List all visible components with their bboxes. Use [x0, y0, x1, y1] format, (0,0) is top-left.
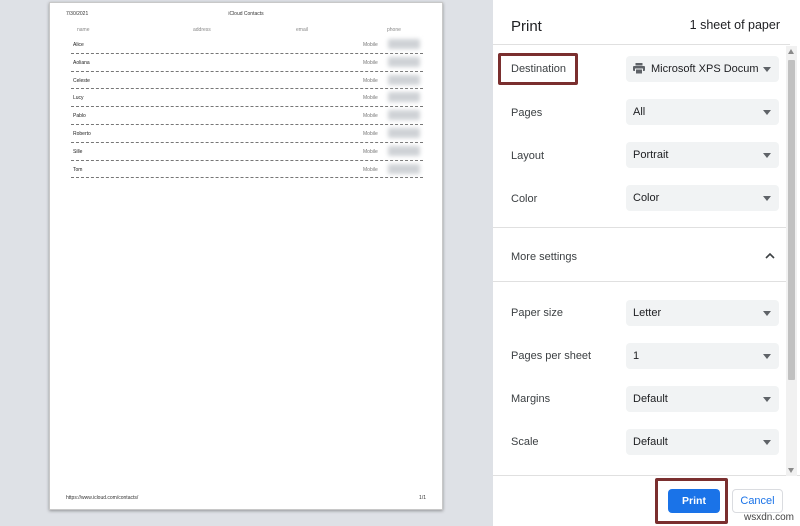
paper-size-select[interactable]: Letter — [626, 300, 779, 326]
blurred-phone — [388, 145, 420, 156]
column-header-email: email — [296, 27, 308, 33]
caret-down-icon — [763, 440, 771, 445]
preview-page: 7/30/2021 iCloud Contacts name address e… — [49, 2, 443, 510]
contact-name: Pablo — [73, 113, 86, 120]
margins-label: Margins — [511, 393, 551, 405]
contact-name: Celeste — [73, 77, 90, 84]
contacts-table: Alice Mobile Aoliana Mobile Celeste Mobile … — [71, 36, 423, 179]
blurred-phone — [388, 92, 420, 103]
chevron-up-icon[interactable] — [764, 250, 776, 262]
layout-value: Portrait — [633, 149, 669, 161]
scroll-down-arrow-icon[interactable] — [788, 468, 794, 473]
caret-down-icon — [763, 354, 771, 359]
destination-highlight-box — [498, 53, 578, 85]
destination-select[interactable]: Microsoft XPS Docum — [626, 56, 779, 82]
caret-down-icon — [763, 311, 771, 316]
scale-value: Default — [633, 436, 668, 448]
layout-label: Layout — [511, 150, 545, 162]
contact-name: Tom — [73, 166, 83, 173]
watermark: wsxdn.com — [743, 512, 794, 523]
caret-down-icon — [763, 110, 771, 115]
phone-label: Mobile — [363, 42, 378, 48]
pages-value: All — [633, 106, 646, 118]
column-header-name: name — [77, 27, 90, 33]
blurred-phone — [388, 39, 420, 49]
button-bar-divider — [493, 475, 800, 476]
pages-per-sheet-select[interactable]: 1 — [626, 343, 779, 369]
scrollbar-thumb[interactable] — [788, 60, 795, 380]
section-divider — [493, 227, 790, 228]
panel-title: Print — [511, 18, 542, 35]
scroll-up-arrow-icon[interactable] — [788, 49, 794, 54]
cancel-button[interactable]: Cancel — [732, 489, 783, 513]
blurred-phone — [388, 163, 420, 174]
print-button-highlight-box — [655, 478, 728, 524]
table-row: Alice Mobile — [71, 36, 423, 54]
table-row: Aoliana Mobile — [71, 54, 423, 72]
settings-scrollbar[interactable] — [786, 46, 797, 476]
margins-value: Default — [633, 393, 668, 405]
table-row: Lucy Mobile — [71, 89, 423, 108]
scale-label: Scale — [511, 436, 539, 448]
sheet-count: 1 sheet of paper — [689, 18, 780, 32]
pages-select[interactable]: All — [626, 99, 779, 125]
phone-label: Mobile — [363, 130, 378, 137]
section-divider — [493, 281, 790, 282]
table-row: Celeste Mobile — [71, 72, 423, 90]
caret-down-icon — [763, 67, 771, 72]
table-row: Pablo Mobile — [71, 107, 423, 125]
printer-icon — [633, 63, 645, 74]
phone-label: Mobile — [363, 166, 378, 173]
contact-name: Aoliana — [73, 59, 90, 66]
contact-name: Roberto — [73, 130, 91, 137]
pages-per-sheet-value: 1 — [633, 350, 640, 362]
paper-size-value: Letter — [633, 307, 662, 319]
color-value: Color — [633, 192, 660, 204]
phone-label: Mobile — [363, 95, 378, 102]
destination-value: Microsoft XPS Docum — [651, 63, 759, 75]
column-header-address: address — [193, 27, 211, 33]
phone-label: Mobile — [363, 59, 378, 66]
margins-select[interactable]: Default — [626, 386, 779, 412]
paper-size-label: Paper size — [511, 307, 563, 319]
table-row: Tom Mobile — [71, 161, 423, 179]
page-footer-number: 1/1 — [419, 495, 426, 501]
contact-name: Lucy — [73, 95, 84, 102]
contact-name: Alice — [73, 42, 84, 48]
table-row: Sille Mobile — [71, 143, 423, 161]
color-select[interactable]: Color — [626, 185, 779, 211]
table-row: Roberto Mobile — [71, 125, 423, 143]
pages-per-sheet-label: Pages per sheet — [511, 350, 592, 362]
caret-down-icon — [763, 196, 771, 201]
page-header-title: iCloud Contacts — [228, 11, 264, 17]
contact-name: Sille — [73, 148, 83, 155]
layout-select[interactable]: Portrait — [626, 142, 779, 168]
phone-label: Mobile — [363, 77, 378, 84]
column-header-phone: phone — [387, 27, 401, 33]
print-preview-area: 7/30/2021 iCloud Contacts name address e… — [0, 0, 493, 526]
caret-down-icon — [763, 397, 771, 402]
scale-select[interactable]: Default — [626, 429, 779, 455]
more-settings-toggle[interactable]: More settings — [511, 251, 577, 263]
pages-label: Pages — [511, 107, 543, 119]
blurred-phone — [388, 56, 420, 67]
color-label: Color — [511, 193, 538, 205]
blurred-phone — [388, 110, 420, 121]
page-footer-url: https://www.icloud.com/contacts/ — [66, 495, 139, 501]
settings-scroll-area[interactable]: Destination Microsoft XPS Docum Pages Al… — [493, 45, 790, 475]
blurred-phone — [388, 74, 420, 85]
phone-label: Mobile — [363, 148, 378, 155]
caret-down-icon — [763, 153, 771, 158]
blurred-phone — [388, 127, 420, 138]
phone-label: Mobile — [363, 113, 378, 120]
